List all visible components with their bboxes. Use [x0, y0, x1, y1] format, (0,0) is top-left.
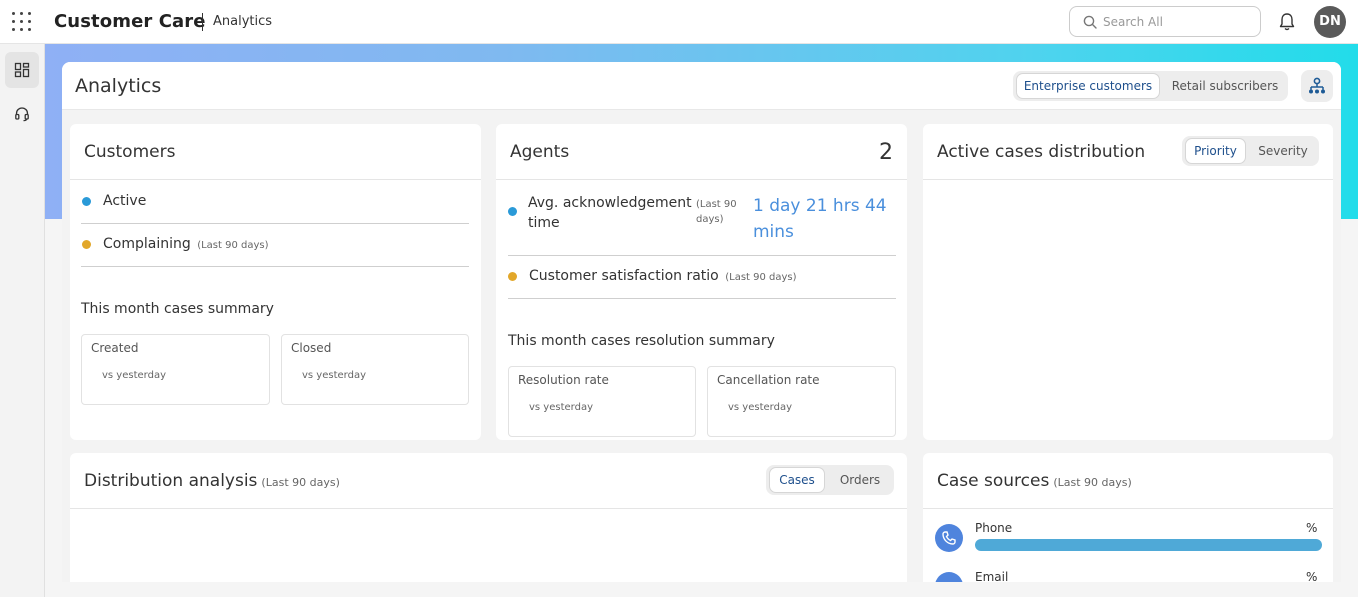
- priority-severity-toggle: Priority Severity: [1182, 136, 1319, 166]
- csat-status-dot: [508, 272, 517, 281]
- csat-row: Customer satisfaction ratio (Last 90 day…: [529, 268, 797, 284]
- nav-dashboard[interactable]: [5, 52, 39, 88]
- active-label: Active: [103, 193, 147, 209]
- ack-period: (Last 90 days): [696, 199, 737, 225]
- created-label: Created: [91, 341, 139, 355]
- created-comparison: vs yesterday: [102, 370, 166, 381]
- phone-icon: [935, 524, 963, 552]
- distribution-title: Active cases distribution: [937, 142, 1146, 162]
- complaining-status-dot: [82, 240, 91, 249]
- card-divider: [923, 508, 1333, 509]
- row-divider: [508, 255, 896, 256]
- user-avatar[interactable]: DN: [1314, 6, 1346, 38]
- row-divider: [81, 223, 469, 224]
- active-cases-distribution-card: Active cases distribution Priority Sever…: [923, 124, 1333, 440]
- closed-metric-card[interactable]: Closed vs yesterday: [281, 334, 469, 405]
- case-sources-title-row: Case sources (Last 90 days): [937, 471, 1132, 491]
- resolution-rate-card[interactable]: Resolution rate vs yesterday: [508, 366, 696, 437]
- org-hierarchy-button[interactable]: [1301, 70, 1333, 102]
- cases-summary-title: This month cases summary: [81, 301, 274, 317]
- distribution-analysis-card: Distribution analysis (Last 90 days) Case…: [70, 453, 907, 582]
- card-divider: [70, 508, 907, 509]
- cases-orders-toggle: Cases Orders: [766, 465, 894, 495]
- complaining-row: Complaining (Last 90 days): [103, 236, 269, 252]
- ack-value: 1 day 21 hrs 44 mins: [753, 196, 887, 242]
- analytics-panel: Analytics Enterprise customers Retail su…: [62, 62, 1341, 582]
- case-sources-period: (Last 90 days): [1053, 476, 1132, 489]
- page-title: Analytics: [75, 75, 162, 97]
- card-divider: [70, 179, 481, 180]
- app-title: Customer Care: [54, 11, 206, 32]
- toggle-orders[interactable]: Orders: [828, 467, 892, 493]
- ack-label: Avg. acknowledgement time: [528, 195, 692, 231]
- customers-title: Customers: [84, 142, 176, 162]
- phone-progress-bar: [975, 539, 1322, 551]
- card-divider: [923, 179, 1333, 180]
- toggle-severity[interactable]: Severity: [1249, 138, 1317, 164]
- created-metric-card[interactable]: Created vs yesterday: [81, 334, 270, 405]
- panel-header: Analytics Enterprise customers Retail su…: [62, 62, 1341, 110]
- closed-comparison: vs yesterday: [302, 370, 366, 381]
- cancellation-rate-label: Cancellation rate: [717, 373, 820, 387]
- agents-count: 2: [879, 140, 893, 165]
- segment-retail-subscribers[interactable]: Retail subscribers: [1163, 73, 1287, 99]
- case-sources-card: Case sources (Last 90 days) Phone % Email…: [923, 453, 1333, 582]
- case-sources-title: Case sources: [937, 471, 1050, 491]
- complaining-label: Complaining: [103, 236, 191, 252]
- search-box[interactable]: [1069, 6, 1261, 37]
- customer-segment-toggle: Enterprise customers Retail subscribers: [1013, 71, 1288, 101]
- title-divider: [202, 13, 203, 31]
- agents-title: Agents: [510, 142, 570, 162]
- source-value-email: %: [1306, 570, 1318, 582]
- distribution-analysis-period: (Last 90 days): [261, 476, 340, 489]
- distribution-analysis-title: Distribution analysis: [84, 471, 258, 491]
- resolution-summary-title: This month cases resolution summary: [508, 333, 775, 349]
- nav-support[interactable]: [5, 96, 39, 132]
- cancellation-rate-comparison: vs yesterday: [728, 402, 792, 413]
- csat-period: (Last 90 days): [725, 272, 797, 283]
- app-launcher-icon[interactable]: [12, 12, 32, 32]
- cancellation-rate-card[interactable]: Cancellation rate vs yesterday: [707, 366, 896, 437]
- customers-card: Customers Active Complaining (Last 90 da…: [70, 124, 481, 440]
- notification-bell-icon[interactable]: [1278, 12, 1296, 32]
- toggle-cases[interactable]: Cases: [769, 467, 825, 493]
- top-bar: Customer Care Analytics DN: [0, 0, 1358, 44]
- distribution-analysis-title-row: Distribution analysis (Last 90 days): [84, 471, 340, 491]
- hierarchy-icon: [1309, 77, 1325, 94]
- source-name-phone: Phone: [975, 521, 1013, 535]
- complaining-period: (Last 90 days): [197, 240, 269, 251]
- headset-icon: [15, 107, 29, 122]
- source-name-email: Email: [975, 570, 1009, 582]
- source-value-phone: %: [1306, 521, 1318, 535]
- email-icon: [935, 572, 963, 582]
- agents-card: Agents 2 Avg. acknowledgement time (Last…: [496, 124, 907, 440]
- active-status-dot: [82, 197, 91, 206]
- search-input[interactable]: [1103, 12, 1253, 32]
- breadcrumb[interactable]: Analytics: [213, 14, 272, 29]
- segment-enterprise-customers[interactable]: Enterprise customers: [1016, 73, 1160, 99]
- closed-label: Closed: [291, 341, 332, 355]
- csat-label: Customer satisfaction ratio: [529, 268, 719, 284]
- resolution-rate-comparison: vs yesterday: [529, 402, 593, 413]
- dashboard-icon: [14, 62, 30, 78]
- search-icon: [1083, 15, 1097, 29]
- row-divider: [81, 266, 469, 267]
- left-nav-rail: [0, 44, 45, 597]
- card-divider: [496, 179, 907, 180]
- row-divider: [508, 298, 896, 299]
- resolution-rate-label: Resolution rate: [518, 373, 609, 387]
- toggle-priority[interactable]: Priority: [1185, 138, 1246, 164]
- ack-status-dot: [508, 207, 517, 216]
